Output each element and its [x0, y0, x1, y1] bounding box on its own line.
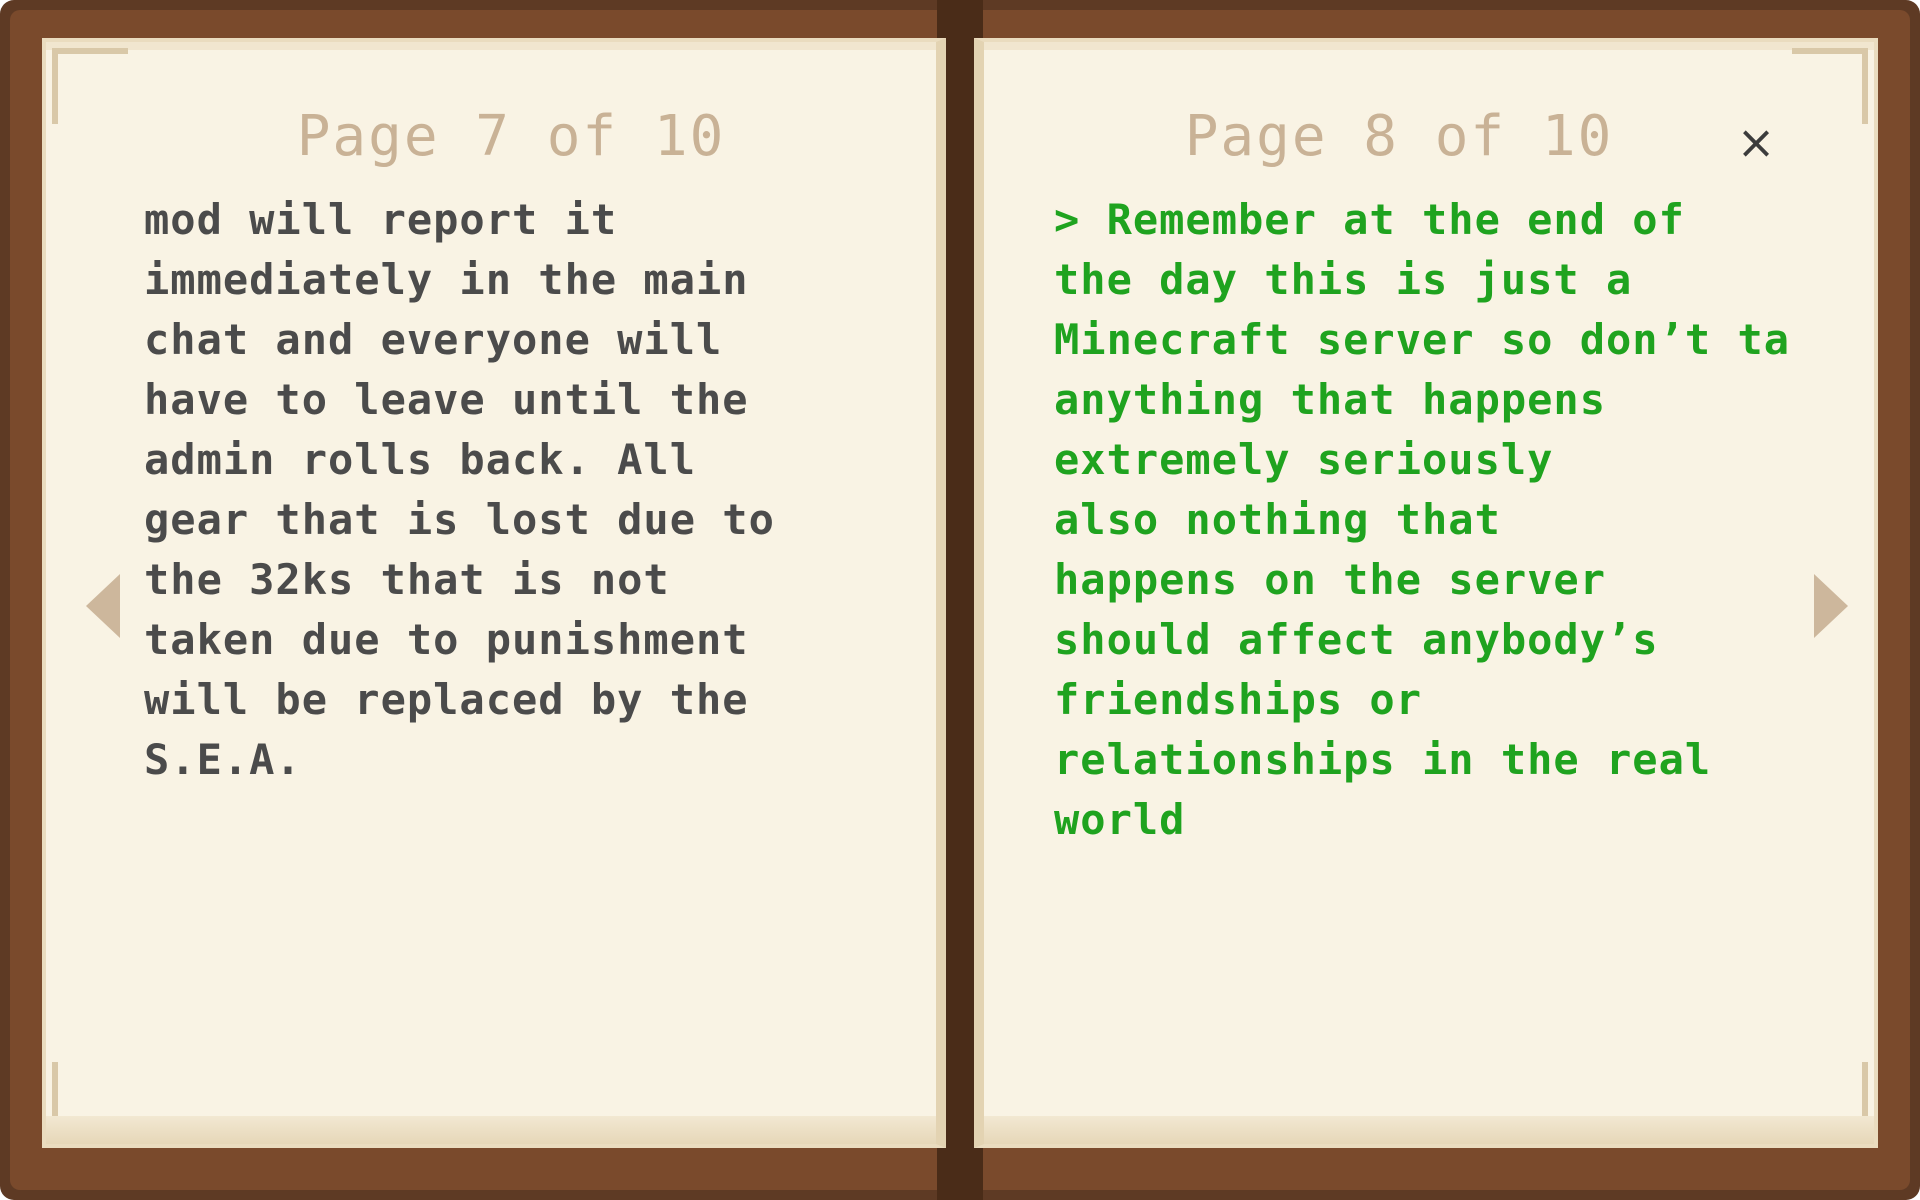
left-page: Page 7 of 10 mod will report it immediat… — [42, 38, 946, 1148]
right-page: Page 8 of 10 × > Remember at the end of … — [974, 38, 1878, 1148]
book-cover: Page 7 of 10 mod will report it immediat… — [0, 0, 1920, 1200]
page-bottom-edge — [46, 1116, 936, 1144]
left-page-text: mod will report it immediately in the ma… — [144, 195, 775, 784]
previous-page-arrow-icon[interactable] — [86, 574, 120, 638]
next-page-arrow-icon[interactable] — [1814, 574, 1848, 638]
page-bottom-edge — [984, 1116, 1874, 1144]
right-page-text: > Remember at the end of the day this is… — [1054, 195, 1791, 844]
left-page-number: Page 7 of 10 — [296, 104, 726, 169]
close-icon[interactable]: × — [1736, 119, 1776, 165]
page-top-edge — [984, 42, 1874, 50]
page-top-edge — [46, 42, 936, 50]
